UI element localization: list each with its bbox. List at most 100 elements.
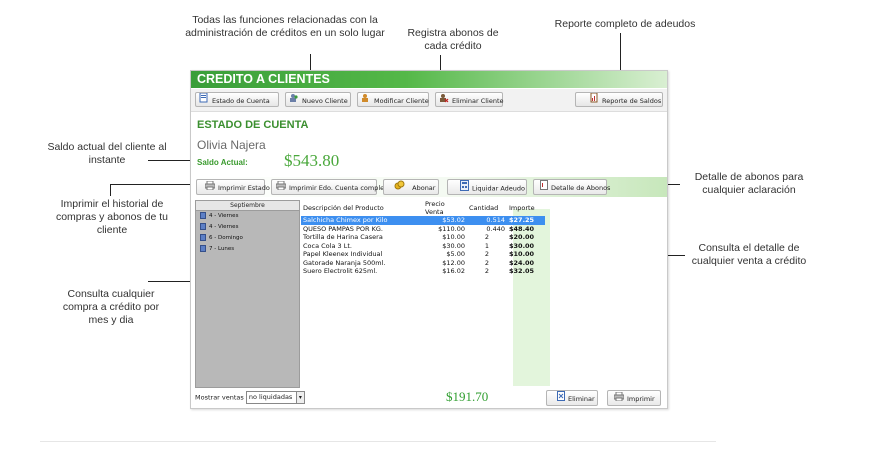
users-icon — [289, 93, 299, 109]
calendar-day-icon — [200, 245, 206, 252]
abonar-button[interactable]: Abonar — [383, 179, 439, 195]
edit-user-icon — [361, 93, 371, 109]
section-title: ESTADO DE CUENTA — [197, 119, 309, 131]
cell-quantity: 0.440 — [486, 224, 505, 233]
cell-price: $10.00 — [442, 233, 465, 241]
cell-amount: $32.05 — [509, 267, 535, 275]
nuevo-cliente-button[interactable]: Nuevo Cliente — [285, 92, 351, 107]
calculator-icon — [460, 180, 469, 197]
calendar-day-icon — [200, 212, 206, 219]
cell-description: Salchicha Chimex por Kilo — [301, 216, 423, 225]
window-title: CREDITO A CLIENTES — [197, 72, 330, 86]
calendar-day-icon — [200, 223, 206, 230]
chevron-down-icon[interactable]: ▾ — [295, 391, 305, 404]
callout-saldo: Saldo actual del cliente al instante — [47, 141, 167, 166]
cell-quantity: 2 — [484, 233, 490, 241]
products-table-area: Descripción del Producto Precio Venta Ca… — [301, 200, 663, 386]
connector-line — [148, 160, 194, 161]
table-row[interactable]: QUESO PAMPAS POR KG. $110.00 0.440 $48.4… — [301, 225, 545, 234]
table-row[interactable]: Papel Kleenex Individual $5.00 2 $10.00 — [301, 250, 545, 259]
cell-price: $16.02 — [442, 267, 465, 275]
estado-cuenta-button[interactable]: Estado de Cuenta — [195, 92, 279, 107]
callout-consulta-mes: Consulta cualquier compra a crédito por … — [62, 288, 160, 326]
cell-description: Papel Kleenex Individual — [303, 250, 383, 258]
cell-price: $5.00 — [446, 250, 465, 258]
products-table: Descripción del Producto Precio Venta Ca… — [301, 200, 545, 276]
mostrar-ventas-filter: Mostrar ventas no liquidadas ▾ — [195, 391, 305, 405]
window-titlebar: CREDITO A CLIENTES — [191, 71, 667, 88]
eliminar-cliente-button[interactable]: Eliminar Cliente — [435, 92, 504, 109]
saldo-label: Saldo Actual: — [197, 158, 248, 167]
column-header[interactable]: Descripción del Producto — [301, 200, 423, 216]
day-item[interactable]: 6 - Domingo — [196, 233, 299, 244]
action-bar: Imprimir Estado Imprimir Edo. Cuenta com… — [191, 177, 667, 197]
day-item[interactable]: 7 - Lunes — [196, 244, 299, 255]
cell-amount: $48.40 — [509, 224, 535, 233]
cell-description: Gatorade Naranja 500ml. — [303, 258, 386, 267]
table-row[interactable]: Gatorade Naranja 500ml. $12.00 2 $24.00 — [301, 259, 545, 268]
eliminar-button[interactable]: Eliminar — [546, 390, 598, 406]
modificar-cliente-button[interactable]: Modificar Cliente — [357, 92, 429, 107]
calendar-day-icon — [200, 234, 206, 241]
cell-amount: $10.00 — [509, 250, 535, 258]
cell-description: Coca Cola 3 Lt. — [303, 241, 352, 250]
months-panel: Septiembre 4 - Viernes 4 - Viernes 6 - D… — [195, 200, 300, 388]
column-header[interactable]: Cantidad — [467, 200, 507, 216]
callout-abonos: Registra abonos de cada crédito — [407, 27, 499, 52]
cell-price: $30.00 — [442, 241, 465, 250]
callout-reporte: Reporte completo de adeudos — [554, 18, 696, 30]
total-amount: $191.70 — [446, 389, 489, 404]
day-item[interactable]: 4 - Viernes — [196, 211, 299, 222]
mostrar-ventas-label: Mostrar ventas — [195, 393, 244, 402]
table-row[interactable]: Coca Cola 3 Lt. $30.00 1 $30.00 — [301, 242, 545, 251]
cell-quantity: 2 — [484, 250, 490, 258]
document-icon — [199, 92, 209, 109]
imprimir-completo-button[interactable]: Imprimir Edo. Cuenta completo — [271, 179, 391, 196]
main-toolbar: Estado de Cuenta Nuevo Cliente Modificar… — [191, 89, 667, 112]
column-header[interactable]: Importe — [507, 200, 545, 216]
cell-amount: $20.00 — [509, 233, 535, 241]
callout-detalle-abonos: Detalle de abonos para cualquier aclarac… — [694, 171, 804, 196]
imprimir-estado-button[interactable]: Imprimir Estado — [196, 179, 270, 196]
client-name: Olivia Najera — [197, 138, 266, 152]
report-icon — [590, 92, 599, 109]
table-row[interactable]: Suero Electrolit 625ml. $16.02 2 $32.05 — [301, 267, 545, 276]
cell-amount: $30.00 — [509, 241, 535, 250]
window-footer: Mostrar ventas no liquidadas ▾ $191.70 El… — [191, 388, 667, 408]
callout-detalle-venta: Consulta el detalle de cualquier venta a… — [691, 242, 807, 267]
coins-icon — [394, 180, 405, 196]
callout-imprimir-historial: Imprimir el historial de compras y abono… — [55, 198, 169, 236]
mostrar-ventas-select[interactable]: no liquidadas ▾ — [245, 391, 305, 404]
cell-description: Suero Electrolit 625ml. — [303, 267, 378, 275]
table-row[interactable]: Salchicha Chimex por Kilo $53.02 0.514 $… — [301, 216, 545, 225]
cell-description: Tortilla de Harina Casera — [303, 233, 383, 241]
month-header: Septiembre — [196, 201, 299, 211]
delete-user-icon — [439, 93, 449, 109]
liquidar-adeudo-button[interactable]: Liquidar Adeudo — [447, 179, 527, 195]
cell-quantity: 1 — [484, 241, 490, 250]
saldo-value: $543.80 — [284, 151, 340, 170]
reporte-saldos-button[interactable]: Reporte de Saldos — [575, 92, 663, 107]
cell-amount: $24.00 — [509, 258, 535, 267]
cell-quantity: 0.514 — [467, 216, 507, 225]
table-header-row: Descripción del Producto Precio Venta Ca… — [301, 200, 545, 216]
printer-icon — [275, 180, 287, 196]
column-header[interactable]: Precio Venta — [423, 200, 467, 216]
day-item[interactable]: 4 - Viernes — [196, 222, 299, 233]
detail-document-icon — [540, 180, 548, 196]
delete-document-icon — [557, 391, 565, 407]
printer-icon — [204, 180, 216, 196]
table-row[interactable]: Tortilla de Harina Casera $10.00 2 $20.0… — [301, 233, 545, 242]
cell-description: QUESO PAMPAS POR KG. — [303, 224, 383, 233]
imprimir-button[interactable]: Imprimir — [607, 390, 661, 406]
detalle-abonos-button[interactable]: Detalle de Abonos — [533, 179, 610, 196]
callout-top-functions: Todas las funciones relacionadas con la … — [185, 14, 385, 39]
cell-price: $12.00 — [442, 258, 465, 267]
cell-price: $110.00 — [438, 224, 465, 233]
credit-window: CREDITO A CLIENTES Estado de Cuenta Nuev… — [190, 70, 668, 409]
connector-line — [110, 184, 111, 196]
page-divider — [40, 441, 716, 442]
cell-amount: $27.25 — [507, 216, 545, 225]
printer-icon — [613, 391, 625, 407]
cell-price: $53.02 — [423, 216, 467, 225]
